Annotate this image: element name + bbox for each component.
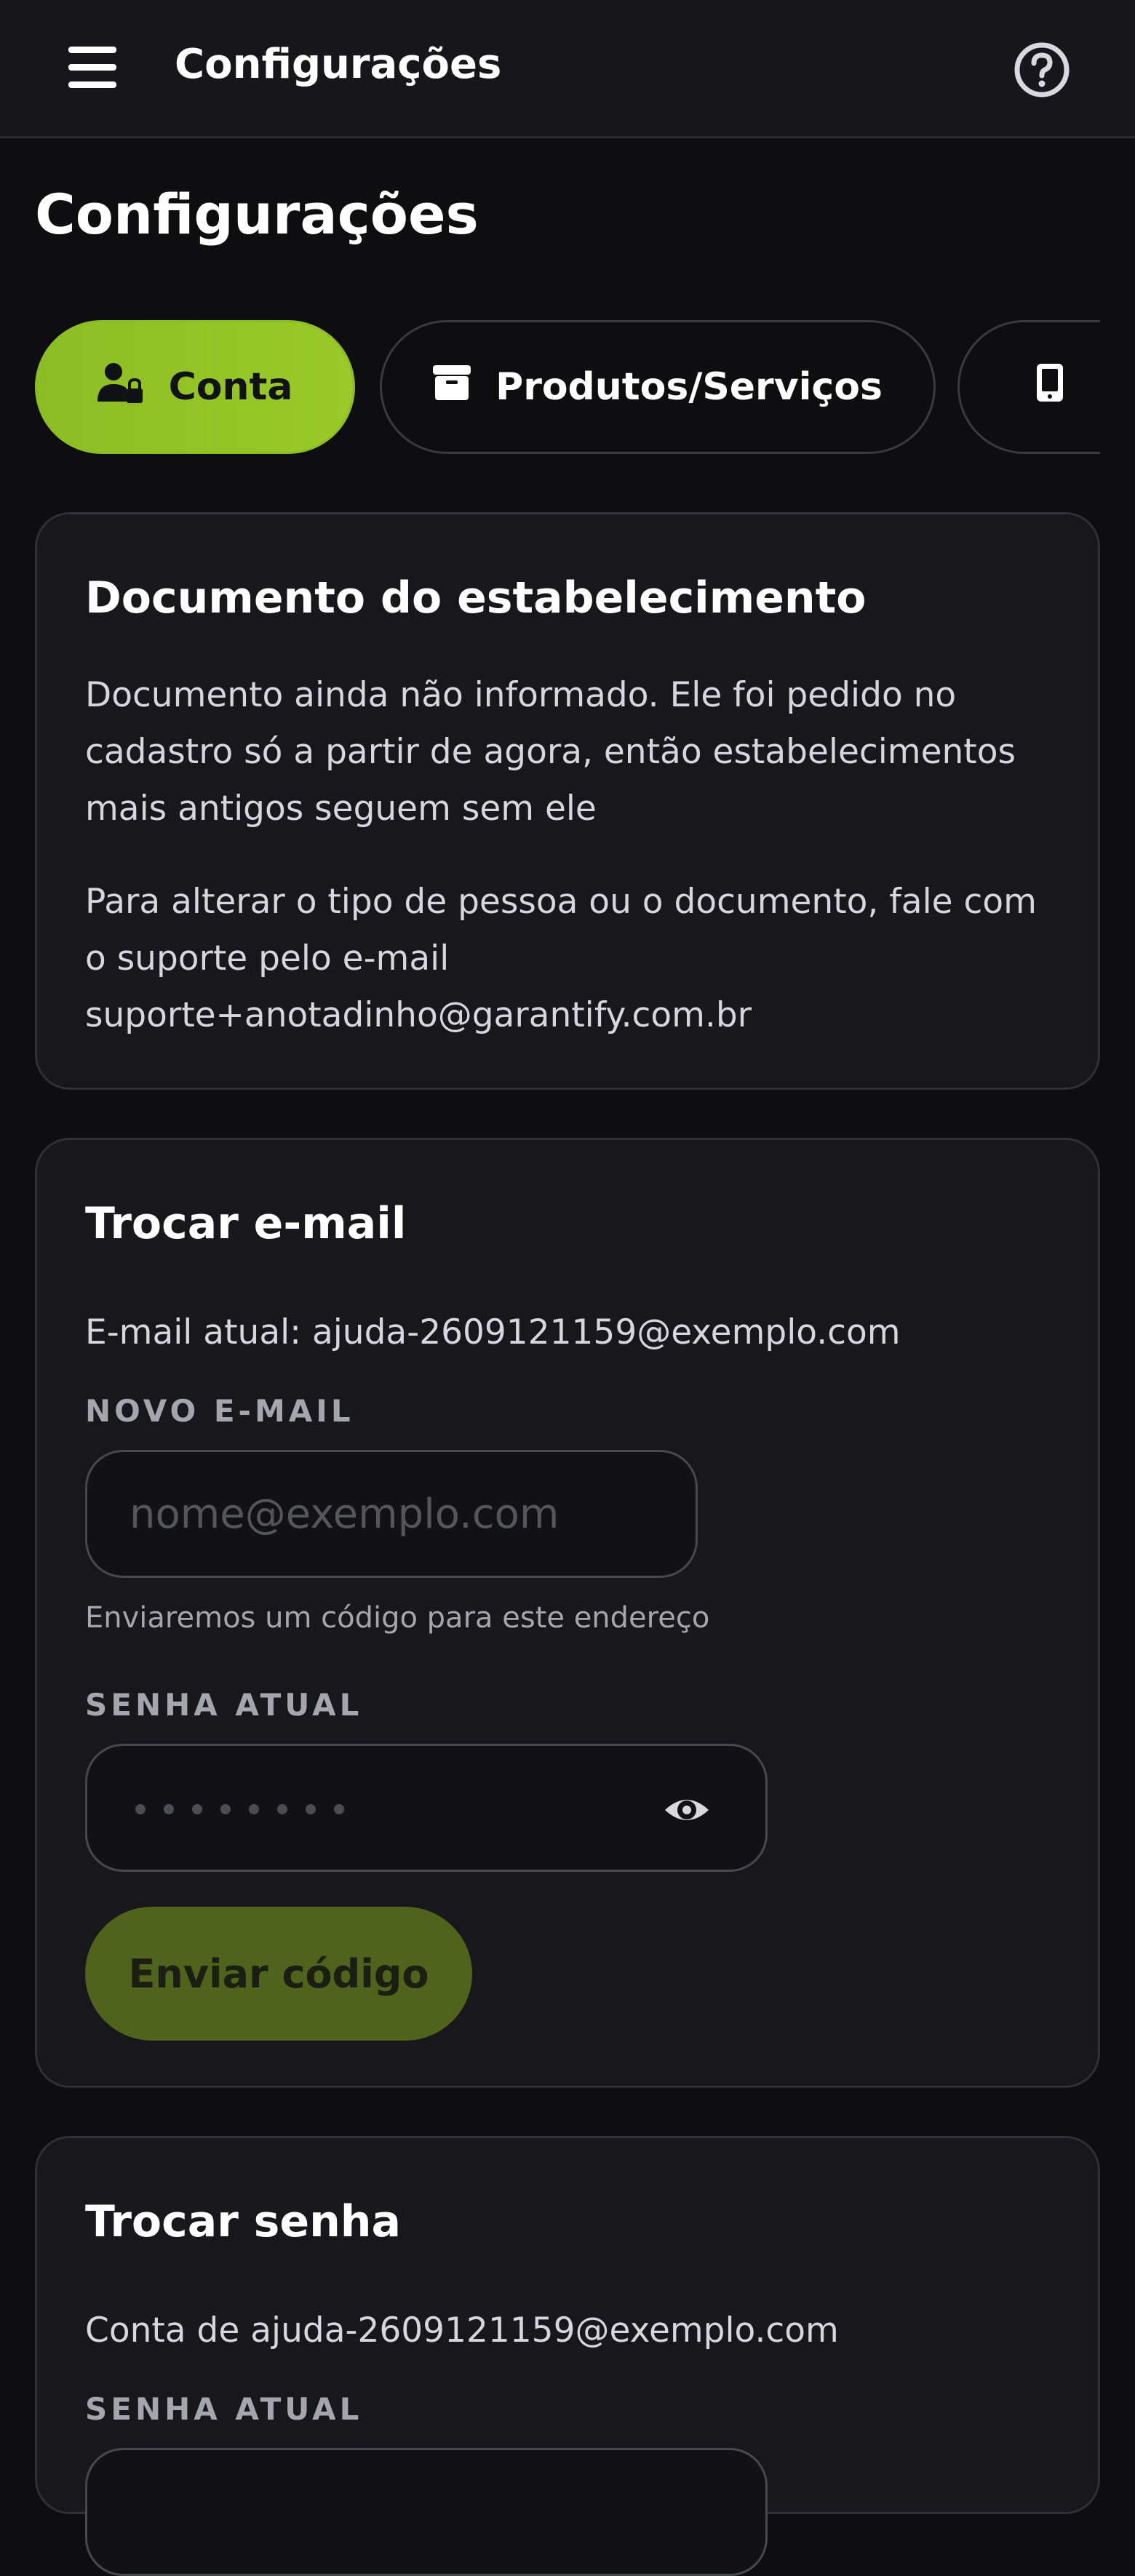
send-code-button[interactable]: Enviar código (85, 1907, 472, 2041)
document-info-text: Documento ainda não informado. Ele foi p… (85, 675, 1016, 829)
current-password-label: SENHA ATUAL (85, 1687, 363, 1723)
document-card-title: Documento do estabelecimento (85, 573, 867, 623)
smartphone-icon (1035, 362, 1064, 412)
current-email-text: E-mail atual: ajuda-2609121159@exemplo.c… (85, 1312, 901, 1352)
current-password-input[interactable] (85, 1744, 768, 1872)
document-card: Documento do estabelecimento Documento a… (35, 512, 1100, 1090)
new-email-label: NOVO E-MAIL (85, 1393, 354, 1429)
password-mask (135, 1804, 362, 1814)
tab-conta-label: Conta (168, 365, 293, 409)
change-password-card: Trocar senha Conta de ajuda-2609121159@e… (35, 2136, 1100, 2576)
tab-produtos-servicos-label: Produtos/Serviços (495, 365, 883, 409)
eye-icon[interactable] (664, 1788, 710, 1832)
new-email-helper: Enviaremos um código para este endereço (85, 1601, 710, 1635)
password-card-current-password-input[interactable] (85, 2448, 768, 2576)
top-app-bar: Configurações (0, 0, 1135, 138)
help-icon[interactable] (1013, 41, 1071, 99)
document-support-text: Para alterar o tipo de pessoa ou o docum… (85, 882, 1037, 1035)
change-email-title: Trocar e-mail (85, 1198, 407, 1249)
app-bar-title: Configurações (175, 41, 502, 88)
new-email-input[interactable] (85, 1450, 698, 1578)
page-title: Configurações (35, 182, 479, 247)
tab-dispositivos[interactable] (957, 320, 1100, 454)
box-icon (433, 364, 471, 411)
menu-icon[interactable] (68, 47, 116, 89)
settings-tabs: Conta Produtos/Serviços (35, 320, 1100, 454)
change-email-card: Trocar e-mail E-mail atual: ajuda-260912… (35, 1138, 1100, 2088)
account-email-text: Conta de ajuda-2609121159@exemplo.com (85, 2310, 839, 2350)
change-password-title: Trocar senha (85, 2196, 402, 2247)
tab-produtos-servicos[interactable]: Produtos/Serviços (380, 320, 936, 454)
user-lock-icon (97, 361, 144, 414)
tab-conta[interactable]: Conta (35, 320, 355, 454)
password-card-current-password-label: SENHA ATUAL (85, 2391, 363, 2427)
